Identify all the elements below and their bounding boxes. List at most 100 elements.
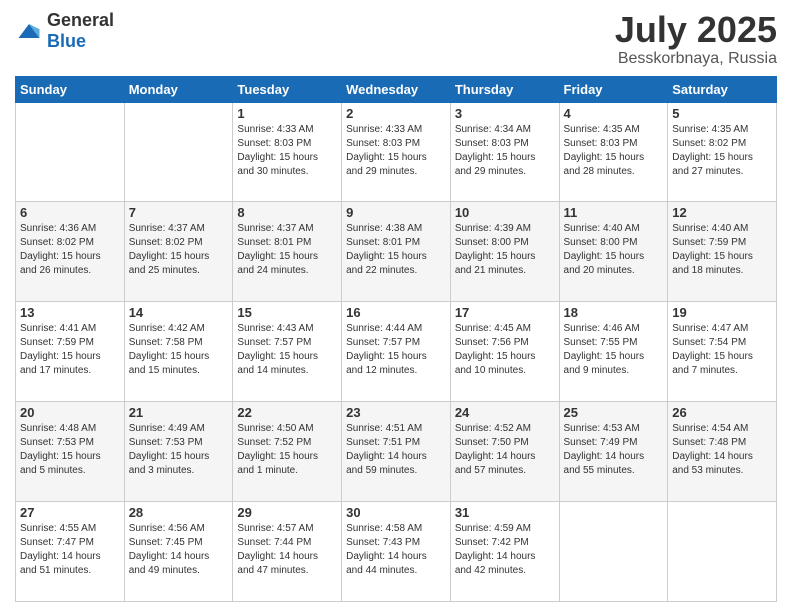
calendar-cell: 2Sunrise: 4:33 AM Sunset: 8:03 PM Daylig… (342, 102, 451, 202)
calendar-cell: 15Sunrise: 4:43 AM Sunset: 7:57 PM Dayli… (233, 302, 342, 402)
calendar-cell: 29 Sunrise: 4:57 AM Sunset: 7:44 PM Dayli… (233, 502, 342, 602)
col-sunday: Sunday (16, 76, 125, 102)
day-info: Sunrise: 4:36 AM Sunset: 8:02 PM Dayligh… (20, 222, 120, 278)
calendar-body: 1 Sunrise: 4:33 AM Sunset: 8:03 PM Daylig… (16, 102, 777, 601)
day-info: Sunrise: 4:47 AM Sunset: 7:54 PM Dayligh… (672, 322, 772, 378)
calendar-cell: 16Sunrise: 4:44 AM Sunset: 7:57 PM Dayli… (342, 302, 451, 402)
day-number: 27 (20, 505, 120, 520)
logo-icon (15, 17, 43, 45)
day-number: 8 (237, 205, 337, 220)
day-info: Sunrise: 4:53 AM Sunset: 7:49 PM Dayligh… (564, 422, 664, 478)
logo-blue: Blue (47, 31, 86, 51)
day-number: 11 (564, 205, 664, 220)
col-wednesday: Wednesday (342, 76, 451, 102)
day-info: Sunrise: 4:40 AM Sunset: 7:59 PM Dayligh… (672, 222, 772, 278)
calendar-cell: 22Sunrise: 4:50 AM Sunset: 7:52 PM Dayli… (233, 402, 342, 502)
day-number: 17 (455, 305, 555, 320)
subtitle: Besskorbnaya, Russia (615, 50, 777, 68)
day-number: 3 (455, 106, 555, 121)
day-number: 10 (455, 205, 555, 220)
page: General Blue July 2025 Besskorbnaya, Rus… (0, 0, 792, 612)
calendar-cell: 3 Sunrise: 4:34 AM Sunset: 8:03 PM Daylig… (450, 102, 559, 202)
calendar: Sunday Monday Tuesday Wednesday Thursday… (15, 76, 777, 602)
day-info: Sunrise: 4:45 AM Sunset: 7:56 PM Dayligh… (455, 322, 555, 378)
day-number: 2 (346, 106, 446, 121)
day-number: 13 (20, 305, 120, 320)
weekday-row: Sunday Monday Tuesday Wednesday Thursday… (16, 76, 777, 102)
day-info: Sunrise: 4:57 AM Sunset: 7:44 PM Dayligh… (237, 522, 337, 578)
calendar-week-1: 1 Sunrise: 4:33 AM Sunset: 8:03 PM Daylig… (16, 102, 777, 202)
calendar-cell: 21Sunrise: 4:49 AM Sunset: 7:53 PM Dayli… (124, 402, 233, 502)
day-info: Sunrise: 4:39 AM Sunset: 8:00 PM Dayligh… (455, 222, 555, 278)
day-number: 9 (346, 205, 446, 220)
day-number: 23 (346, 405, 446, 420)
calendar-header: Sunday Monday Tuesday Wednesday Thursday… (16, 76, 777, 102)
calendar-cell: 9Sunrise: 4:38 AM Sunset: 8:01 PM Daylig… (342, 202, 451, 302)
day-number: 31 (455, 505, 555, 520)
col-friday: Friday (559, 76, 668, 102)
calendar-cell: 24 Sunrise: 4:52 AM Sunset: 7:50 PM Dayli… (450, 402, 559, 502)
day-number: 30 (346, 505, 446, 520)
calendar-cell: 23 Sunrise: 4:51 AM Sunset: 7:51 PM Dayli… (342, 402, 451, 502)
calendar-cell: 26Sunrise: 4:54 AM Sunset: 7:48 PM Dayli… (668, 402, 777, 502)
calendar-cell (124, 102, 233, 202)
day-number: 29 (237, 505, 337, 520)
day-number: 4 (564, 106, 664, 121)
day-info: Sunrise: 4:42 AM Sunset: 7:58 PM Dayligh… (129, 322, 229, 378)
calendar-cell: 30 Sunrise: 4:58 AM Sunset: 7:43 PM Dayli… (342, 502, 451, 602)
day-number: 1 (237, 106, 337, 121)
calendar-week-4: 20 Sunrise: 4:48 AM Sunset: 7:53 PM Dayli… (16, 402, 777, 502)
calendar-cell: 20 Sunrise: 4:48 AM Sunset: 7:53 PM Dayli… (16, 402, 125, 502)
day-number: 18 (564, 305, 664, 320)
day-number: 25 (564, 405, 664, 420)
calendar-cell: 1 Sunrise: 4:33 AM Sunset: 8:03 PM Daylig… (233, 102, 342, 202)
header: General Blue July 2025 Besskorbnaya, Rus… (15, 10, 777, 68)
day-number: 16 (346, 305, 446, 320)
col-tuesday: Tuesday (233, 76, 342, 102)
day-number: 14 (129, 305, 229, 320)
title-block: July 2025 Besskorbnaya, Russia (615, 10, 777, 68)
day-info: Sunrise: 4:46 AM Sunset: 7:55 PM Dayligh… (564, 322, 664, 378)
calendar-cell: 12 Sunrise: 4:40 AM Sunset: 7:59 PM Dayli… (668, 202, 777, 302)
calendar-cell: 11 Sunrise: 4:40 AM Sunset: 8:00 PM Dayli… (559, 202, 668, 302)
col-saturday: Saturday (668, 76, 777, 102)
calendar-cell: 27 Sunrise: 4:55 AM Sunset: 7:47 PM Dayli… (16, 502, 125, 602)
day-info: Sunrise: 4:33 AM Sunset: 8:03 PM Dayligh… (237, 123, 337, 179)
calendar-cell: 14 Sunrise: 4:42 AM Sunset: 7:58 PM Dayli… (124, 302, 233, 402)
day-info: Sunrise: 4:41 AM Sunset: 7:59 PM Dayligh… (20, 322, 120, 378)
day-info: Sunrise: 4:35 AM Sunset: 8:02 PM Dayligh… (672, 123, 772, 179)
day-info: Sunrise: 4:55 AM Sunset: 7:47 PM Dayligh… (20, 522, 120, 578)
day-number: 12 (672, 205, 772, 220)
day-info: Sunrise: 4:54 AM Sunset: 7:48 PM Dayligh… (672, 422, 772, 478)
day-info: Sunrise: 4:34 AM Sunset: 8:03 PM Dayligh… (455, 123, 555, 179)
calendar-cell: 25 Sunrise: 4:53 AM Sunset: 7:49 PM Dayli… (559, 402, 668, 502)
day-info: Sunrise: 4:35 AM Sunset: 8:03 PM Dayligh… (564, 123, 664, 179)
day-info: Sunrise: 4:52 AM Sunset: 7:50 PM Dayligh… (455, 422, 555, 478)
calendar-week-5: 27 Sunrise: 4:55 AM Sunset: 7:47 PM Dayli… (16, 502, 777, 602)
calendar-cell: 5Sunrise: 4:35 AM Sunset: 8:02 PM Daylig… (668, 102, 777, 202)
day-info: Sunrise: 4:48 AM Sunset: 7:53 PM Dayligh… (20, 422, 120, 478)
day-info: Sunrise: 4:37 AM Sunset: 8:02 PM Dayligh… (129, 222, 229, 278)
calendar-cell: 28Sunrise: 4:56 AM Sunset: 7:45 PM Dayli… (124, 502, 233, 602)
day-info: Sunrise: 4:58 AM Sunset: 7:43 PM Dayligh… (346, 522, 446, 578)
calendar-cell (559, 502, 668, 602)
day-number: 7 (129, 205, 229, 220)
day-info: Sunrise: 4:49 AM Sunset: 7:53 PM Dayligh… (129, 422, 229, 478)
main-title: July 2025 (615, 10, 777, 50)
calendar-cell (668, 502, 777, 602)
day-info: Sunrise: 4:51 AM Sunset: 7:51 PM Dayligh… (346, 422, 446, 478)
day-number: 24 (455, 405, 555, 420)
day-info: Sunrise: 4:40 AM Sunset: 8:00 PM Dayligh… (564, 222, 664, 278)
calendar-cell (16, 102, 125, 202)
day-number: 28 (129, 505, 229, 520)
col-monday: Monday (124, 76, 233, 102)
day-number: 19 (672, 305, 772, 320)
day-info: Sunrise: 4:59 AM Sunset: 7:42 PM Dayligh… (455, 522, 555, 578)
calendar-cell: 4 Sunrise: 4:35 AM Sunset: 8:03 PM Daylig… (559, 102, 668, 202)
day-number: 20 (20, 405, 120, 420)
logo-text: General Blue (47, 10, 114, 52)
day-info: Sunrise: 4:50 AM Sunset: 7:52 PM Dayligh… (237, 422, 337, 478)
calendar-cell: 17 Sunrise: 4:45 AM Sunset: 7:56 PM Dayli… (450, 302, 559, 402)
calendar-cell: 13 Sunrise: 4:41 AM Sunset: 7:59 PM Dayli… (16, 302, 125, 402)
calendar-cell: 8Sunrise: 4:37 AM Sunset: 8:01 PM Daylig… (233, 202, 342, 302)
